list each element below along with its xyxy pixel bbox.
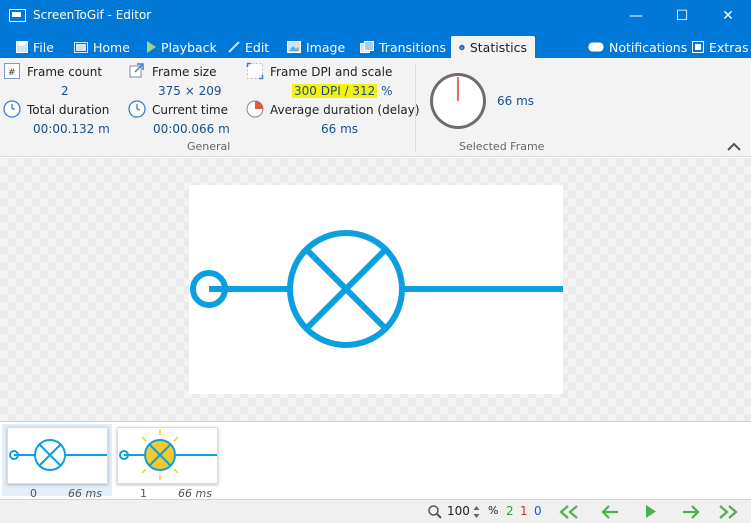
frame-dpi-label: Frame DPI and scale [270, 65, 393, 79]
frame-count-other: 0 [534, 504, 542, 518]
zoom-value[interactable]: 100 [447, 504, 470, 518]
tab-extras[interactable]: Extras [692, 36, 749, 58]
frame-count-selected: 1 [520, 504, 528, 518]
tab-notifications-label: Notifications [609, 39, 688, 55]
frame-dpi-value-row: 300 DPI / 312 % [292, 84, 393, 98]
average-duration-label: Average duration (delay) [270, 103, 420, 117]
tab-transitions[interactable]: Transitions [360, 36, 446, 58]
selected-frame-clock-icon [430, 73, 486, 129]
ribbon-separator [415, 64, 416, 152]
frame-item-1[interactable]: 1 66 ms [112, 424, 222, 500]
tab-notifications[interactable]: Notifications [588, 36, 687, 58]
previous-frame-icon[interactable] [600, 505, 620, 519]
home-icon [74, 41, 88, 53]
frame-dpi-suffix: % [381, 84, 393, 98]
zoom-stepper[interactable] [473, 505, 480, 519]
statistics-ribbon: # Frame count 2 Total duration 00:00.132… [0, 58, 751, 157]
window-title: ScreenToGif - Editor [33, 8, 152, 22]
frame-dpi-icon [246, 62, 264, 80]
close-button[interactable]: ✕ [705, 0, 751, 32]
tab-edit-label: Edit [245, 39, 270, 55]
extras-icon [692, 41, 704, 53]
selected-frame-duration: 66 ms [497, 94, 535, 108]
frame-count-icon: # [4, 63, 20, 79]
svg-text:#: # [8, 68, 16, 78]
frame-size-icon [129, 63, 144, 78]
editor-canvas[interactable] [0, 158, 751, 421]
frame-dpi-value: 300 DPI / 312 [292, 84, 378, 98]
app-icon [9, 9, 26, 22]
total-duration-value: 00:00.132 m [33, 122, 110, 136]
average-duration-icon [246, 100, 264, 118]
circuit-lamp-image [190, 230, 563, 348]
zoom-icon [428, 505, 442, 519]
frame-count-value: 2 [61, 84, 69, 98]
current-time-icon [128, 100, 146, 118]
frame-item-0[interactable]: 0 66 ms [2, 424, 112, 500]
tab-edit[interactable]: Edit [228, 36, 269, 58]
selected-frame-group-label: Selected Frame [459, 140, 545, 153]
status-bar: 100 % 2 1 0 [0, 499, 751, 523]
tab-transitions-label: Transitions [379, 39, 446, 55]
image-icon [287, 41, 301, 53]
tab-playback-label: Playback [161, 39, 217, 55]
tab-image-label: Image [306, 39, 346, 55]
frame-list: 0 66 ms 1 66 ms [0, 421, 751, 500]
next-frame-icon[interactable] [681, 505, 701, 519]
general-group-label: General [187, 140, 231, 153]
tab-file[interactable]: File [16, 36, 54, 58]
transitions-icon [360, 41, 374, 53]
tab-home[interactable]: Home [74, 36, 130, 58]
notification-icon [588, 42, 604, 52]
frame-count-label: Frame count [27, 65, 103, 79]
current-frame-preview [189, 185, 563, 394]
play-icon [147, 41, 156, 53]
average-duration-value: 66 ms [321, 122, 359, 136]
frame-thumbnail-1 [117, 427, 218, 484]
total-duration-label: Total duration [27, 103, 110, 117]
tab-statistics-label: Statistics [469, 39, 527, 55]
total-duration-icon [3, 100, 21, 118]
current-time-value: 00:00.066 m [153, 122, 230, 136]
save-icon [16, 41, 28, 53]
tab-home-label: Home [93, 39, 130, 55]
tab-statistics[interactable]: Statistics [451, 36, 535, 58]
frame-size-value: 375 × 209 [158, 84, 222, 98]
pencil-icon [228, 41, 240, 53]
title-bar: ScreenToGif - Editor — ☐ ✕ [0, 0, 751, 34]
current-time-label: Current time [152, 103, 228, 117]
tab-file-label: File [33, 39, 54, 55]
frame-count-total: 2 [506, 504, 514, 518]
minimize-button[interactable]: — [613, 0, 659, 32]
frame-thumbnail-0 [7, 427, 108, 484]
play-button-icon[interactable] [645, 504, 657, 519]
tab-extras-label: Extras [709, 39, 749, 55]
collapse-ribbon-button[interactable] [727, 142, 741, 151]
tab-playback[interactable]: Playback [146, 36, 217, 58]
tab-image[interactable]: Image [287, 36, 345, 58]
maximize-button[interactable]: ☐ [659, 0, 705, 32]
info-icon [459, 44, 465, 50]
ribbon-tabs: File Home Playback Edit Image Transition… [0, 34, 751, 58]
frame-size-label: Frame size [152, 65, 217, 79]
zoom-unit: % [488, 504, 499, 517]
first-frame-icon[interactable] [557, 505, 581, 519]
last-frame-icon[interactable] [716, 505, 740, 519]
